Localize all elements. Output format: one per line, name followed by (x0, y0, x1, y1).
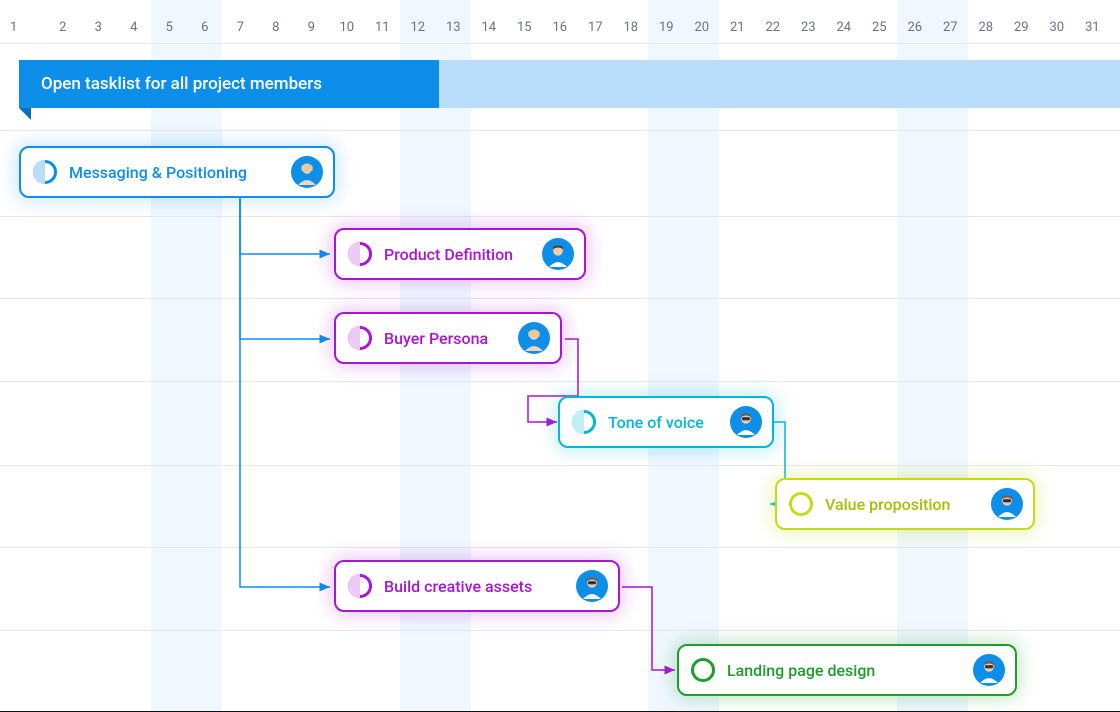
row-divider (0, 298, 1120, 299)
task-label: Messaging & Positioning (69, 163, 281, 182)
day-header-cell: 8 (258, 0, 294, 43)
task-messaging-positioning[interactable]: Messaging & Positioning (19, 146, 335, 198)
assignee-avatar[interactable] (291, 156, 323, 188)
progress-icon (348, 242, 372, 266)
assignee-avatar[interactable] (730, 406, 762, 438)
assignee-avatar[interactable] (991, 488, 1023, 520)
day-header-cell: 4 (116, 0, 152, 43)
day-header-cell: 31 (1075, 0, 1111, 43)
gantt-chart: 1234567891011121314151617181920212223242… (0, 0, 1120, 712)
day-header-cell: 12 (400, 0, 436, 43)
day-header-cell: 6 (187, 0, 223, 43)
progress-icon (348, 574, 372, 598)
day-header-cell: 23 (791, 0, 827, 43)
day-header-cell: 2 (45, 0, 81, 43)
day-header-cell: 21 (720, 0, 756, 43)
progress-icon (691, 658, 715, 682)
ribbon-title: Open tasklist for all project members (41, 74, 322, 94)
day-header-cell: 29 (1004, 0, 1040, 43)
day-header-cell: 25 (862, 0, 898, 43)
row-divider (0, 465, 1120, 466)
task-label: Value proposition (825, 495, 981, 514)
task-buyer-persona[interactable]: Buyer Persona (334, 312, 562, 364)
day-header-cell: 20 (684, 0, 720, 43)
day-header-cell: 28 (968, 0, 1004, 43)
day-header-cell: 13 (436, 0, 472, 43)
day-header-cell: 7 (223, 0, 259, 43)
header-ribbon: Open tasklist for all project members (19, 60, 1120, 108)
day-header-cell: 3 (81, 0, 117, 43)
day-header-cell: 22 (755, 0, 791, 43)
day-header-cell: 17 (578, 0, 614, 43)
day-header-cell: 16 (542, 0, 578, 43)
assignee-avatar[interactable] (973, 654, 1005, 686)
ribbon-background (439, 60, 1120, 108)
day-header-cell: 19 (649, 0, 685, 43)
assignee-avatar[interactable] (518, 322, 550, 354)
task-build-creative-assets[interactable]: Build creative assets (334, 560, 620, 612)
day-header-cell: 14 (471, 0, 507, 43)
day-header-cell: 30 (1039, 0, 1075, 43)
day-header-cell: 5 (152, 0, 188, 43)
task-label: Product Definition (384, 245, 532, 264)
progress-icon (348, 326, 372, 350)
ribbon-title-block[interactable]: Open tasklist for all project members (19, 60, 439, 108)
task-value-proposition[interactable]: Value proposition (775, 478, 1035, 530)
task-label: Landing page design (727, 661, 963, 680)
progress-icon (572, 410, 596, 434)
task-label: Buyer Persona (384, 329, 508, 348)
day-header-cell: 10 (329, 0, 365, 43)
day-header-cell: 26 (897, 0, 933, 43)
task-label: Build creative assets (384, 577, 566, 596)
day-header-cell: 1 (0, 0, 45, 43)
row-divider (0, 381, 1120, 382)
row-divider (0, 547, 1120, 548)
task-label: Tone of voice (608, 413, 720, 432)
task-product-definition[interactable]: Product Definition (334, 228, 586, 280)
day-header-cell: 9 (294, 0, 330, 43)
task-landing-page-design[interactable]: Landing page design (677, 644, 1017, 696)
day-header-cell: 11 (365, 0, 401, 43)
row-divider (0, 216, 1120, 217)
day-header-cell: 18 (613, 0, 649, 43)
ribbon-fold-icon (19, 108, 31, 120)
timeline-header: 1234567891011121314151617181920212223242… (0, 0, 1120, 44)
progress-icon (789, 492, 813, 516)
assignee-avatar[interactable] (542, 238, 574, 270)
progress-icon (33, 160, 57, 184)
task-tone-of-voice[interactable]: Tone of voice (558, 396, 774, 448)
row-divider (0, 130, 1120, 131)
day-header-cell: 24 (826, 0, 862, 43)
row-divider (0, 630, 1120, 631)
day-header-cell: 15 (507, 0, 543, 43)
day-header-cell: 27 (933, 0, 969, 43)
assignee-avatar[interactable] (576, 570, 608, 602)
